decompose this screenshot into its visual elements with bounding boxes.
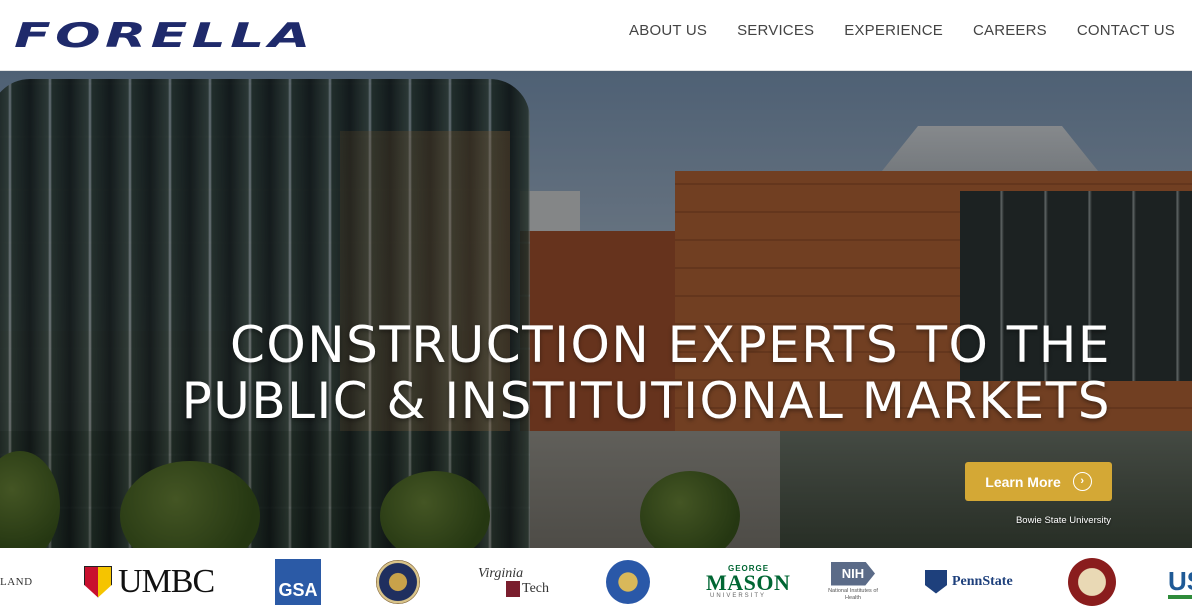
client-logo-us-partial[interactable]: US: [1168, 548, 1192, 615]
logo-wordmark: FORELLA: [14, 15, 315, 56]
hero-headline: CONSTRUCTION EXPERTS TO THE PUBLIC & INS…: [111, 317, 1111, 429]
client-logo-treasury[interactable]: [606, 548, 650, 615]
client-logo-maryland[interactable]: LAND: [0, 548, 33, 615]
us-logo-bar: [1168, 595, 1192, 599]
client-logo-penn-state[interactable]: PennState: [925, 548, 1013, 615]
nav-about-us[interactable]: ABOUT US: [629, 22, 707, 39]
learn-more-button[interactable]: Learn More ›: [965, 462, 1112, 501]
main-nav: ABOUT US SERVICES EXPERIENCE CAREERS CON…: [629, 22, 1175, 39]
nav-careers[interactable]: CAREERS: [973, 22, 1047, 39]
nav-contact-us[interactable]: CONTACT US: [1077, 22, 1175, 39]
vt-bottom: Tech: [506, 580, 550, 597]
gsa-text: GSA: [278, 579, 318, 600]
psu-shield-icon: [925, 569, 947, 594]
treasury-seal-icon: [606, 559, 650, 604]
virginia-seal-icon: [1068, 557, 1116, 606]
mason-sub-text: UNIVERSITY: [710, 593, 767, 599]
site-header: FORELLA ABOUT US SERVICES EXPERIENCE CAR…: [0, 0, 1192, 71]
nih-text: NIH: [841, 566, 865, 581]
psu-text: PennState: [952, 573, 1013, 589]
chevron-right-circle-icon: ›: [1072, 472, 1092, 491]
client-logo-george-mason[interactable]: GEORGE MASON UNIVERSITY: [706, 548, 790, 615]
vt-mark-icon: [506, 580, 520, 597]
nav-experience[interactable]: EXPERIENCE: [844, 22, 943, 39]
umbc-text: UMBC: [118, 562, 215, 600]
client-logo-veterans-affairs[interactable]: [376, 548, 420, 615]
headline-line-1: CONSTRUCTION EXPERTS TO THE: [229, 316, 1111, 374]
client-logo-umbc[interactable]: UMBC: [84, 548, 215, 615]
photo-caption: Bowie State University: [1015, 515, 1111, 526]
nav-services[interactable]: SERVICES: [737, 22, 814, 39]
forella-logo[interactable]: FORELLA: [14, 19, 310, 53]
nih-sub-text: National Institutes of Health: [828, 587, 878, 601]
client-logo-nih[interactable]: NIH National Institutes of Health: [823, 548, 883, 615]
vt-tech-text: Tech: [522, 580, 550, 596]
hero-banner: CONSTRUCTION EXPERTS TO THE PUBLIC & INS…: [0, 71, 1192, 548]
maryland-text: LAND: [0, 575, 33, 588]
va-seal-icon: [376, 559, 420, 604]
vt-top-text: Virginia: [478, 565, 524, 581]
learn-more-label: Learn More: [985, 473, 1061, 490]
umbc-shield-icon: [84, 565, 112, 598]
nih-box: NIH: [831, 561, 875, 586]
client-logo-strip: LAND UMBC GSA Virginia Tech GEORGE MASON…: [0, 548, 1192, 615]
client-logo-gsa[interactable]: GSA: [275, 548, 321, 615]
headline-line-2: PUBLIC & INSTITUTIONAL MARKETS: [181, 372, 1111, 430]
client-logo-virginia-seal[interactable]: [1068, 548, 1116, 615]
mason-main-text: MASON: [706, 570, 791, 595]
us-text: US: [1168, 566, 1192, 596]
gsa-box: GSA: [275, 558, 321, 605]
client-logo-virginia-tech[interactable]: Virginia Tech: [478, 548, 549, 615]
